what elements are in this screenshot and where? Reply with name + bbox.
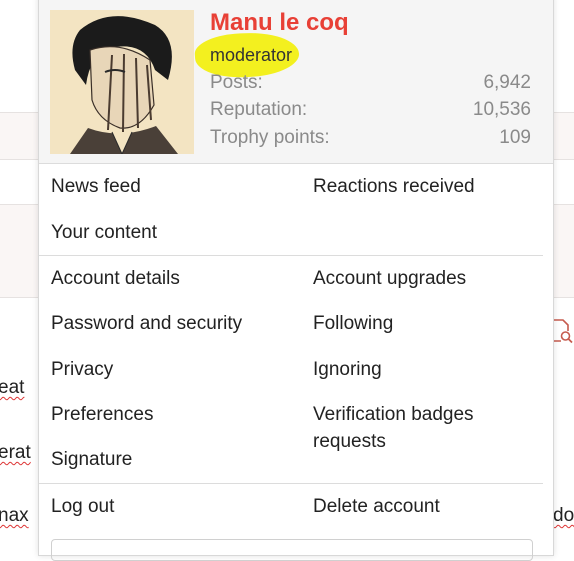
menu-item-reactions-received[interactable]: Reactions received (313, 173, 533, 200)
stat-label-trophy-points: Trophy points: (210, 127, 330, 148)
background-text-fragment: erat (0, 442, 31, 463)
stat-label-posts: Posts: (210, 72, 263, 93)
menu-item-account-details[interactable]: Account details (51, 265, 180, 292)
menu-item-signature[interactable]: Signature (51, 446, 132, 473)
menu-item-verification-badges[interactable]: Verification badges requests (313, 401, 533, 455)
menu-item-privacy[interactable]: Privacy (51, 356, 113, 383)
user-role: moderator (210, 45, 293, 65)
stat-value-posts[interactable]: 6,942 (379, 72, 531, 94)
menu-item-delete-account[interactable]: Delete account (313, 493, 533, 520)
menu-item-log-out[interactable]: Log out (51, 493, 114, 520)
menu-item-your-content[interactable]: Your content (51, 219, 157, 246)
menu-divider (39, 255, 543, 256)
menu-item-account-upgrades[interactable]: Account upgrades (313, 265, 533, 292)
menu-item-news-feed[interactable]: News feed (51, 173, 141, 200)
menu-item-following[interactable]: Following (313, 310, 533, 337)
stat-label-reputation: Reputation: (210, 99, 308, 120)
stat-value-trophy-points[interactable]: 109 (379, 127, 531, 149)
menu-item-ignoring[interactable]: Ignoring (313, 356, 533, 383)
username-link[interactable]: Manu le coq (210, 9, 349, 37)
avatar[interactable] (50, 10, 194, 154)
menu-divider (39, 483, 543, 484)
background-text-fragment: eat (0, 377, 25, 398)
status-update-input[interactable] (51, 539, 533, 561)
background-text-fragment: do (553, 505, 574, 526)
account-summary: Manu le coq moderator Posts: 6,942 Reput… (39, 0, 553, 164)
menu-item-preferences[interactable]: Preferences (51, 401, 153, 428)
menu-item-password-security[interactable]: Password and security (51, 310, 242, 337)
account-menu-popup: Manu le coq moderator Posts: 6,942 Reput… (38, 0, 554, 561)
stat-value-reputation[interactable]: 10,536 (379, 99, 531, 121)
background-text-fragment: nax (0, 505, 29, 526)
